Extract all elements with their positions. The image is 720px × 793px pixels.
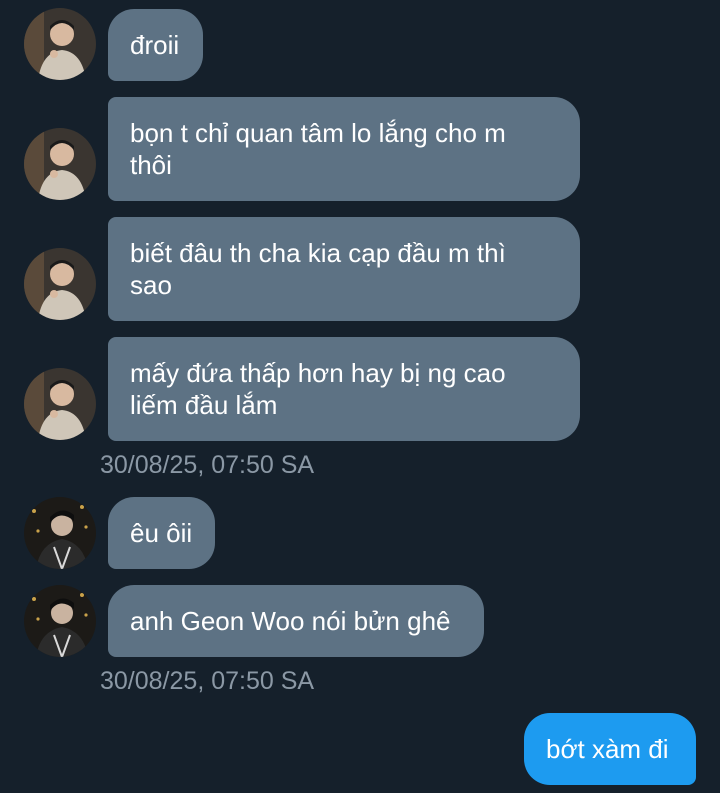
outgoing-message-bubble[interactable]: bớt xàm đi xyxy=(524,713,696,785)
message-bubble[interactable]: đroii xyxy=(108,9,203,81)
message-text: đroii xyxy=(130,30,180,60)
message-text: mấy đứa thấp hơn hay bị ng cao liếm đầu … xyxy=(130,358,506,420)
person-avatar-icon xyxy=(24,248,96,320)
sender-avatar[interactable] xyxy=(24,8,96,80)
message-text: anh Geon Woo nói bửn ghê xyxy=(130,606,451,636)
message-text: bọn t chỉ quan tâm lo lắng cho m thôi xyxy=(130,118,506,180)
message-bubble[interactable]: biết đâu th cha kia cạp đầu m thì sao xyxy=(108,217,580,321)
message-text: bớt xàm đi xyxy=(546,734,669,764)
sender-avatar[interactable] xyxy=(24,248,96,320)
sender-avatar[interactable] xyxy=(24,585,96,657)
message-timestamp: 30/08/25, 07:50 SA xyxy=(100,667,315,695)
person-avatar-icon xyxy=(24,128,96,200)
person-avatar-icon xyxy=(24,368,96,440)
message-timestamp: 30/08/25, 07:50 SA xyxy=(100,451,315,479)
person-avatar-icon xyxy=(24,8,96,80)
person-avatar-icon xyxy=(24,585,96,657)
message-bubble[interactable]: bọn t chỉ quan tâm lo lắng cho m thôi xyxy=(108,97,580,201)
sender-avatar[interactable] xyxy=(24,128,96,200)
message-text: êu ôii xyxy=(130,518,193,548)
message-bubble[interactable]: mấy đứa thấp hơn hay bị ng cao liếm đầu … xyxy=(108,337,580,441)
person-avatar-icon xyxy=(24,497,96,569)
message-bubble[interactable]: anh Geon Woo nói bửn ghê xyxy=(108,585,484,657)
sender-avatar[interactable] xyxy=(24,497,96,569)
message-text: biết đâu th cha kia cạp đầu m thì sao xyxy=(130,238,506,300)
message-bubble[interactable]: êu ôii xyxy=(108,497,215,569)
sender-avatar[interactable] xyxy=(24,368,96,440)
